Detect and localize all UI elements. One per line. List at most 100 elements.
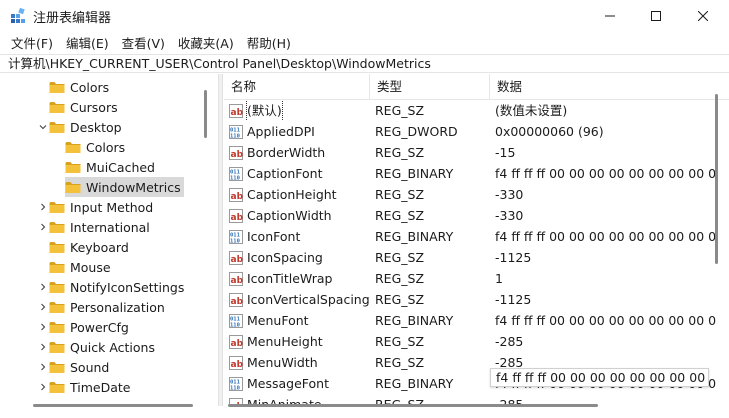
tree-item[interactable]: WindowMetrics xyxy=(65,177,184,197)
tree-item[interactable]: Quick Actions xyxy=(41,337,158,357)
tree-expander[interactable] xyxy=(38,297,48,317)
tree-expander[interactable] xyxy=(38,197,48,217)
folder-icon xyxy=(49,341,65,353)
folder-icon xyxy=(65,161,81,173)
menu-view[interactable]: 查看(V) xyxy=(117,33,170,52)
tree-item-label: NotifyIconSettings xyxy=(70,279,185,295)
table-row[interactable]: ab CaptionWidth REG_SZ -330 xyxy=(224,205,716,226)
tree-item[interactable]: Input Method xyxy=(41,197,156,217)
tree-expander[interactable] xyxy=(38,277,48,297)
tree-item[interactable]: Sound xyxy=(41,357,112,377)
table-row[interactable]: ab IconTitleWrap REG_SZ 1 xyxy=(224,268,716,289)
table-row[interactable]: ab MenuHeight REG_SZ -285 xyxy=(224,331,716,352)
value-tooltip: f4 ff ff ff 00 00 00 00 00 00 00 00 00 0… xyxy=(490,368,709,387)
folder-icon xyxy=(49,241,65,253)
menu-help[interactable]: 帮助(H) xyxy=(242,33,296,52)
tree-item-label: Personalization xyxy=(70,299,165,315)
tree-expander[interactable] xyxy=(38,317,48,337)
tree-item[interactable]: International xyxy=(41,217,153,237)
value-type-cell: REG_SZ xyxy=(375,145,425,160)
minimize-button[interactable] xyxy=(587,0,633,32)
value-name: IconFont xyxy=(247,229,301,244)
chevron-right-icon xyxy=(41,383,46,391)
table-row[interactable]: ab CaptionHeight REG_SZ -330 xyxy=(224,184,716,205)
table-row[interactable]: 011 110 MenuFont REG_BINARY f4 ff ff ff 00 0… xyxy=(224,310,716,331)
column-header-data[interactable]: 数据 xyxy=(490,74,729,100)
tree-item[interactable]: Mouse xyxy=(49,257,114,277)
value-type-cell: REG_DWORD xyxy=(375,124,458,139)
tree-item[interactable]: Colors xyxy=(65,137,128,157)
value-type-cell: REG_BINARY xyxy=(375,376,454,391)
key-tree-pane[interactable]: Colors Cursors Desktop Colors MuiCached Windo… xyxy=(0,74,214,406)
tree-item-label: Mouse xyxy=(70,259,111,275)
list-vertical-scrollbar[interactable] xyxy=(715,94,718,264)
folder-icon xyxy=(49,381,65,393)
svg-text:ab: ab xyxy=(231,108,244,118)
table-row[interactable]: ab IconSpacing REG_SZ -1125 xyxy=(224,247,716,268)
tree-item-label: Colors xyxy=(70,79,110,95)
tree-expander[interactable] xyxy=(38,337,48,357)
binary-value-icon: 011110 xyxy=(229,229,243,244)
svg-text:110: 110 xyxy=(230,238,240,244)
tree-expander[interactable] xyxy=(38,217,48,237)
value-name: MessageFont xyxy=(247,376,330,391)
tree-vertical-scrollbar[interactable] xyxy=(204,90,207,138)
pane-splitter[interactable] xyxy=(218,74,223,406)
svg-text:110: 110 xyxy=(230,322,240,328)
tree-item[interactable]: MuiCached xyxy=(65,157,158,177)
tree-item[interactable]: PowerCfg xyxy=(41,317,132,337)
maximize-button[interactable] xyxy=(633,0,679,32)
tree-item[interactable]: Keyboard xyxy=(49,237,132,257)
folder-icon xyxy=(49,101,65,113)
window-title: 注册表编辑器 xyxy=(33,11,112,26)
column-header-name[interactable]: 名称 xyxy=(224,74,370,100)
menu-edit[interactable]: 编辑(E) xyxy=(61,33,114,52)
tree-item[interactable]: Desktop xyxy=(39,117,125,137)
tree-item[interactable]: Cursors xyxy=(49,97,121,117)
svg-text:ab: ab xyxy=(231,255,244,265)
table-row[interactable]: 011 110 CaptionFont REG_BINARY f4 ff ff ff 0… xyxy=(224,163,716,184)
table-row[interactable]: ab IconVerticalSpacing REG_SZ -1125 xyxy=(224,289,716,310)
chevron-right-icon xyxy=(41,223,46,231)
tree-item[interactable]: Personalization xyxy=(41,297,168,317)
table-row[interactable]: ab BorderWidth REG_SZ -15 xyxy=(224,142,716,163)
value-name-cell: ab CaptionHeight xyxy=(229,184,370,205)
table-row[interactable]: ab (默认) REG_SZ (数值未设置) xyxy=(224,100,716,121)
value-name-cell: ab IconSpacing xyxy=(229,247,370,268)
value-name-cell: 011 110 MessageFont xyxy=(229,373,370,394)
tree-horizontal-scrollbar[interactable] xyxy=(33,404,193,407)
value-name: AppliedDPI xyxy=(247,124,315,139)
tree-item-label: International xyxy=(70,219,150,235)
tree-item[interactable]: TimeDate xyxy=(41,377,133,397)
tree-expander[interactable] xyxy=(38,377,48,397)
tree-item-label: WindowMetrics xyxy=(86,179,181,195)
svg-text:ab: ab xyxy=(231,297,244,307)
value-data-cell: -15 xyxy=(495,145,516,160)
tree-item-label: Colors xyxy=(86,139,126,155)
menu-file[interactable]: 文件(F) xyxy=(6,33,58,52)
close-button[interactable] xyxy=(680,0,726,32)
value-name: MenuFont xyxy=(247,313,309,328)
tree-item[interactable]: NotifyIconSettings xyxy=(41,277,187,297)
value-name: MenuWidth xyxy=(247,355,318,370)
tree-item[interactable]: Colors xyxy=(49,77,112,97)
address-bar[interactable]: 计算机\HKEY_CURRENT_USER\Control Panel\Desk… xyxy=(0,54,729,73)
value-data-cell: -330 xyxy=(495,208,524,223)
table-row[interactable]: 011 110 IconFont REG_BINARY f4 ff ff ff 00 0… xyxy=(224,226,716,247)
binary-value-icon: 011110 xyxy=(229,124,243,139)
svg-text:ab: ab xyxy=(231,192,244,202)
column-header-type[interactable]: 类型 xyxy=(370,74,490,100)
table-row[interactable]: 011 110 AppliedDPI REG_DWORD 0x00000060 (96) xyxy=(224,121,716,142)
tree-item-label: Cursors xyxy=(70,99,118,115)
tree-expander[interactable] xyxy=(38,117,48,137)
menu-favorites[interactable]: 收藏夹(A) xyxy=(173,33,239,52)
string-value-icon: ab xyxy=(229,292,244,307)
value-name-cell: 011 110 MenuFont xyxy=(229,310,370,331)
tree-expander[interactable] xyxy=(38,357,48,377)
value-name-cell: 011 110 IconFont xyxy=(229,226,370,247)
registry-editor-app-icon xyxy=(11,8,25,23)
value-data-cell: -1125 xyxy=(495,250,532,265)
list-horizontal-scrollbar[interactable] xyxy=(228,404,598,407)
value-type-cell: REG_BINARY xyxy=(375,166,454,181)
values-list-pane[interactable]: 名称 类型 数据 ab (默认) REG_SZ (数值未设置) 011 110 Applie… xyxy=(224,74,729,406)
